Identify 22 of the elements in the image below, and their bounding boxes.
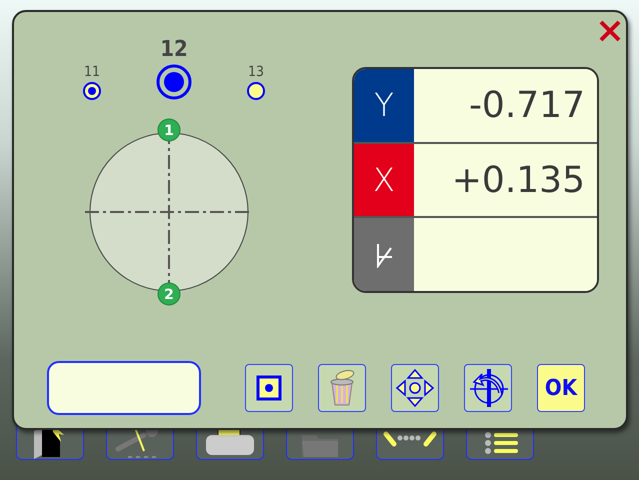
ok-button[interactable]: OK [537, 364, 585, 412]
point-badge [158, 282, 180, 306]
close-icon [597, 18, 623, 44]
center-button[interactable] [245, 364, 293, 412]
point-number: 1 [164, 123, 174, 139]
move-arrows-icon [395, 368, 435, 408]
center-point-icon [255, 374, 283, 402]
axis-label: X [354, 144, 414, 216]
dots-arrows-icon [383, 431, 437, 447]
point-badge [158, 118, 180, 142]
folder-icon [302, 435, 338, 457]
point-selector[interactable]: 12 [133, 36, 215, 100]
point-number: 2 [164, 287, 174, 303]
axis-label: Y [354, 69, 414, 142]
point-selector[interactable]: 13 [215, 36, 297, 100]
rotate-button[interactable] [464, 364, 512, 412]
delete-button[interactable] [318, 364, 366, 412]
rotate-crosshair-icon [468, 367, 508, 409]
input-field[interactable] [47, 361, 201, 415]
point-selector[interactable]: 11 [51, 36, 133, 100]
move-button[interactable] [391, 364, 439, 412]
angle-icon [374, 242, 394, 268]
